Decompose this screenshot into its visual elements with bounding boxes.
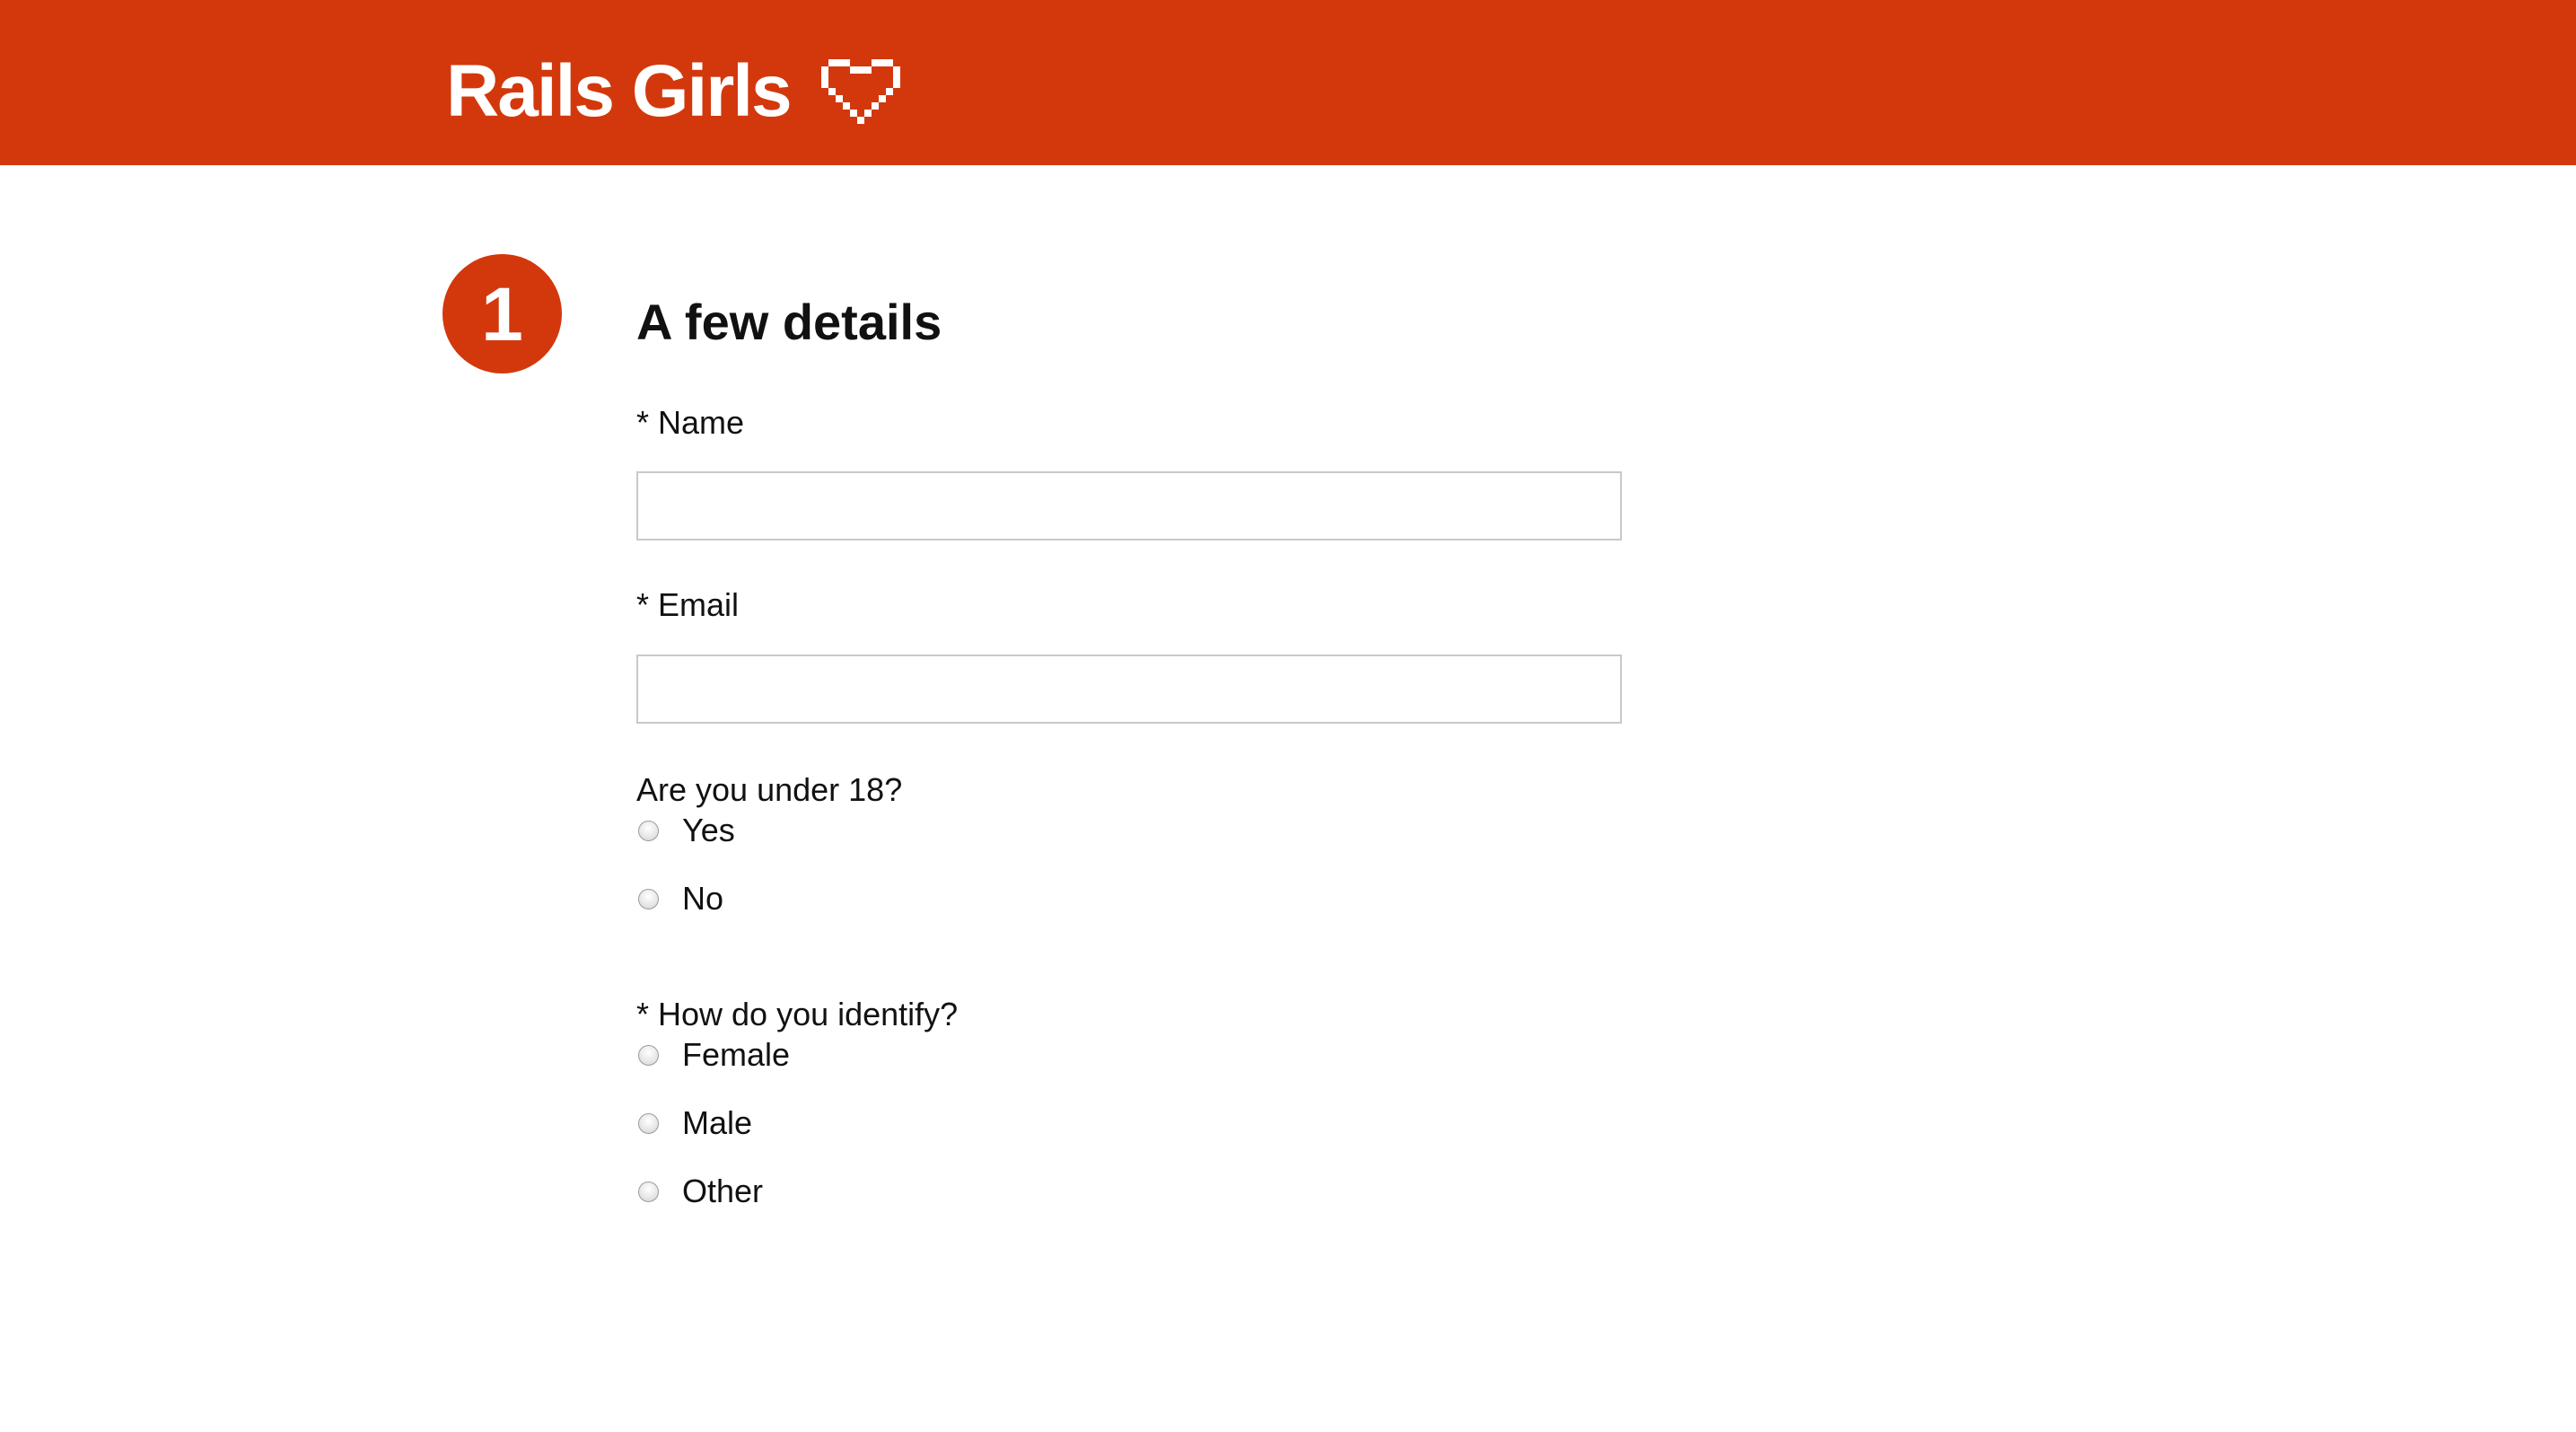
email-label: * Email (636, 586, 740, 623)
radio-label-no: No (682, 880, 724, 917)
brand-logo[interactable]: Rails Girls (446, 47, 900, 136)
radio-button-male[interactable] (638, 1112, 659, 1134)
under-18-option-yes[interactable]: Yes (636, 808, 735, 853)
radio-label-female: Female (682, 1036, 791, 1073)
name-input[interactable] (636, 471, 1622, 540)
identify-question: * How do you identify? (636, 996, 959, 1032)
radio-label-yes: Yes (682, 812, 735, 848)
radio-button-no[interactable] (638, 888, 659, 909)
under-18-question: Are you under 18? (636, 771, 903, 808)
under-18-option-no[interactable]: No (636, 876, 723, 921)
radio-button-other[interactable] (638, 1181, 659, 1202)
radio-label-male: Male (682, 1104, 753, 1141)
radio-label-other: Other (682, 1173, 764, 1209)
identify-option-male[interactable]: Male (636, 1101, 752, 1146)
radio-button-female[interactable] (638, 1044, 659, 1066)
radio-button-yes[interactable] (638, 820, 659, 841)
brand-name: Rails Girls (446, 50, 793, 132)
section-title: A few details (636, 294, 942, 350)
identify-option-other[interactable]: Other (636, 1169, 763, 1214)
pixel-heart-icon (820, 59, 900, 124)
name-label: * Name (636, 404, 745, 441)
email-input[interactable] (636, 655, 1622, 724)
header-bar: Rails Girls (0, 0, 2576, 165)
step-number-badge: 1 (442, 254, 562, 373)
identify-option-female[interactable]: Female (636, 1032, 790, 1077)
